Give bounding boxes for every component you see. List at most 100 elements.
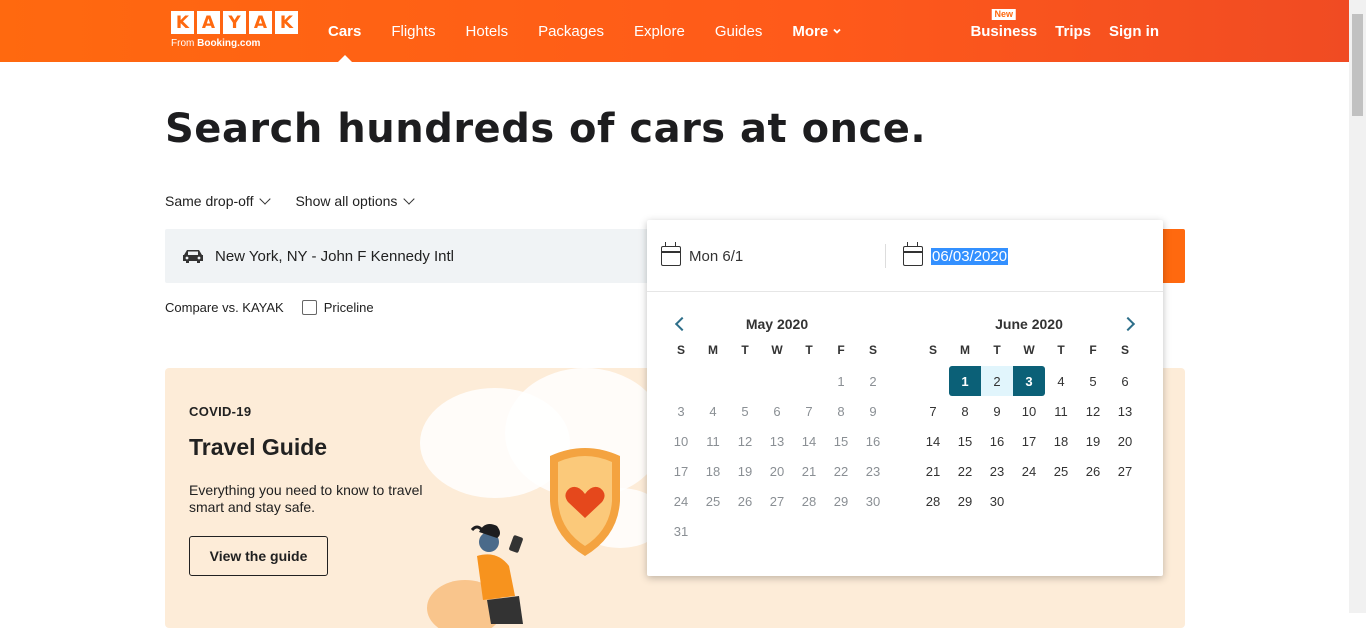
- date-divider: [885, 244, 886, 268]
- month-title: May 2020: [745, 316, 809, 332]
- weekday-label: T: [1057, 343, 1065, 357]
- calendar-day[interactable]: 10: [1013, 396, 1045, 426]
- nav-trips[interactable]: Trips: [1055, 23, 1091, 40]
- nav-hotels[interactable]: Hotels: [466, 23, 509, 40]
- calendar-day[interactable]: 9: [981, 396, 1013, 426]
- empty-day-cell: [793, 366, 825, 396]
- calendar-day: 30: [865, 493, 881, 509]
- nav-flights[interactable]: Flights: [391, 23, 435, 40]
- date-picker-header: Mon 6/1 06/03/2020: [647, 220, 1163, 292]
- calendar-day[interactable]: 30: [981, 486, 1013, 516]
- calendar-day[interactable]: 24: [1013, 456, 1045, 486]
- calendar-day[interactable]: 27: [1109, 456, 1141, 486]
- search-options: Same drop-off Show all options: [165, 193, 416, 209]
- calendar-day[interactable]: 21: [917, 456, 949, 486]
- logo-letter: K: [275, 11, 298, 34]
- calendar-day: 28: [801, 493, 817, 509]
- calendar-day[interactable]: 4: [1045, 366, 1077, 396]
- nav-guides[interactable]: Guides: [715, 23, 763, 40]
- dropoff-label: Same drop-off: [165, 193, 254, 209]
- calendar-day[interactable]: 17: [1013, 426, 1045, 456]
- calendar-day[interactable]: 25: [1045, 456, 1077, 486]
- top-navigation-bar: K A Y A K From Booking.com Cars Flights …: [0, 0, 1349, 63]
- dropoff-date-field[interactable]: 06/03/2020: [903, 242, 1009, 266]
- calendar-day[interactable]: 16: [981, 426, 1013, 456]
- empty-day-cell: [729, 366, 761, 396]
- calendar-day-selected-start[interactable]: 1: [949, 366, 981, 396]
- scrollbar-thumb[interactable]: [1352, 14, 1363, 116]
- nav-business[interactable]: New Business: [970, 8, 1038, 40]
- chevron-down-icon: [833, 28, 841, 34]
- shield-heart-illustration: [550, 448, 620, 556]
- weekday-label: F: [837, 343, 845, 357]
- priceline-option[interactable]: Priceline: [301, 300, 374, 315]
- calendar-day: 13: [769, 433, 785, 449]
- calendar-day[interactable]: 14: [917, 426, 949, 456]
- calendar-day[interactable]: 8: [949, 396, 981, 426]
- nav-cars[interactable]: Cars: [328, 23, 361, 63]
- weekday-label: T: [741, 343, 749, 357]
- calendar-day[interactable]: 18: [1045, 426, 1077, 456]
- calendar-day: 11: [706, 433, 720, 449]
- show-options-label: Show all options: [295, 193, 398, 209]
- calendar-day: 10: [673, 433, 689, 449]
- main-nav: Cars Flights Hotels Packages Explore Gui…: [328, 0, 872, 63]
- calendar-day: 12: [737, 433, 753, 449]
- priceline-label: Priceline: [323, 300, 374, 315]
- nav-more[interactable]: More: [792, 23, 842, 40]
- calendar-day[interactable]: 20: [1109, 426, 1141, 456]
- pickup-location-field[interactable]: New York, NY - John F Kennedy Intl: [165, 229, 645, 283]
- logo-letters: K A Y A K: [171, 11, 298, 34]
- show-options-dropdown[interactable]: Show all options: [295, 193, 416, 209]
- calendar-day[interactable]: 11: [1045, 396, 1077, 426]
- calendar-day: 23: [865, 463, 881, 479]
- logo-letter: K: [171, 11, 194, 34]
- calendar-day[interactable]: 26: [1077, 456, 1109, 486]
- calendar-day[interactable]: 19: [1077, 426, 1109, 456]
- empty-day-cell: [697, 366, 729, 396]
- page-scrollbar[interactable]: [1349, 0, 1366, 613]
- calendar-day-in-range[interactable]: 2: [981, 366, 1013, 396]
- calendar-day: 31: [673, 523, 689, 539]
- calendar-day[interactable]: 22: [949, 456, 981, 486]
- calendar-day[interactable]: 12: [1077, 396, 1109, 426]
- kayak-logo[interactable]: K A Y A K From Booking.com: [171, 11, 298, 49]
- calendar-day[interactable]: 28: [917, 486, 949, 516]
- chevron-down-icon: [403, 193, 416, 205]
- compare-label: Compare vs. KAYAK: [165, 300, 284, 315]
- view-guide-button[interactable]: View the guide: [189, 536, 328, 576]
- logo-letter: Y: [223, 11, 246, 34]
- logo-subtitle: From Booking.com: [171, 38, 298, 49]
- nav-packages[interactable]: Packages: [538, 23, 604, 40]
- calendar-day[interactable]: 5: [1077, 366, 1109, 396]
- empty-day-cell: [761, 366, 793, 396]
- calendar-day[interactable]: 23: [981, 456, 1013, 486]
- nav-explore[interactable]: Explore: [634, 23, 685, 40]
- calendar-month-may: May 2020 S M T W T F S 1 2 3 4 5 6 7 8 9 10 11 12 13…: [665, 316, 889, 546]
- calendar-day: 14: [801, 433, 817, 449]
- calendar-day[interactable]: 6: [1109, 366, 1141, 396]
- calendar-day[interactable]: 13: [1109, 396, 1141, 426]
- dropoff-dropdown[interactable]: Same drop-off: [165, 193, 272, 209]
- calendar-day[interactable]: 7: [917, 396, 949, 426]
- calendar-icon: [661, 242, 681, 266]
- calendar-day: 7: [805, 403, 813, 419]
- calendar-day[interactable]: 29: [949, 486, 981, 516]
- weekday-label: S: [868, 343, 877, 357]
- calendar-day[interactable]: 15: [949, 426, 981, 456]
- month-title: June 2020: [995, 316, 1063, 332]
- calendar-day: 21: [801, 463, 817, 479]
- weekday-label: S: [1120, 343, 1129, 357]
- weekday-label: M: [960, 343, 970, 357]
- promo-title: Travel Guide: [189, 434, 328, 460]
- car-icon: [183, 250, 203, 263]
- calendar-day: 20: [769, 463, 785, 479]
- nav-signin[interactable]: Sign in: [1109, 23, 1159, 40]
- calendar-day: 19: [737, 463, 753, 479]
- empty-day-cell: [917, 366, 949, 396]
- calendar-day: 4: [709, 403, 717, 419]
- nav-business-label: Business: [970, 22, 1038, 40]
- priceline-checkbox[interactable]: [301, 300, 317, 315]
- calendar-day-selected-end[interactable]: 3: [1013, 366, 1045, 396]
- pickup-date-field[interactable]: Mon 6/1: [661, 242, 743, 266]
